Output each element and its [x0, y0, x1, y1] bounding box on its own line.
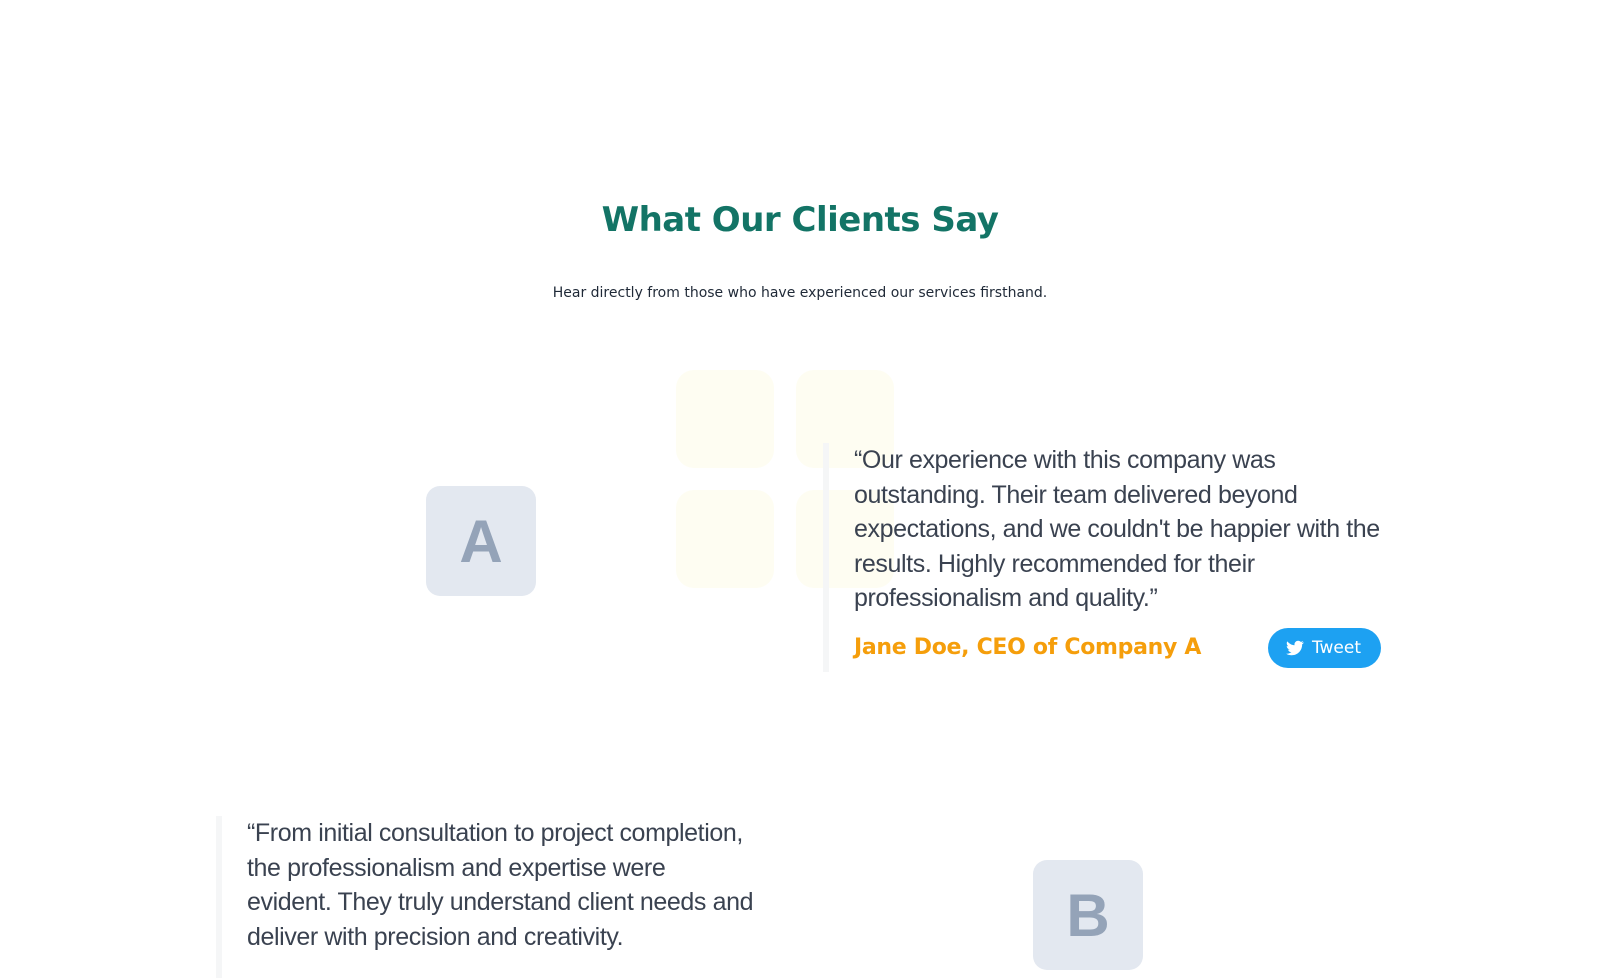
- testimonial-card: “From initial consultation to project co…: [216, 816, 756, 978]
- client-avatar: A: [426, 486, 536, 596]
- testimonial-quote: “Our experience with this company was ou…: [854, 446, 1380, 612]
- decorative-tile: [676, 490, 774, 588]
- tweet-button-label: Tweet: [1311, 637, 1361, 658]
- twitter-bird-icon: [1285, 640, 1304, 655]
- testimonial-quote: “From initial consultation to project co…: [247, 819, 754, 951]
- testimonial-footer: Jane Doe, CEO of Company A Tweet: [854, 627, 1381, 672]
- testimonial-author: Jane Doe, CEO of Company A: [854, 635, 1202, 660]
- testimonial-card: “Our experience with this company was ou…: [823, 443, 1381, 672]
- decorative-tile: [676, 370, 774, 468]
- section-subtitle: Hear directly from those who have experi…: [552, 285, 1048, 301]
- section-title: What Our Clients Say: [601, 200, 999, 240]
- client-avatar: B: [1033, 860, 1143, 970]
- tweet-button[interactable]: Tweet: [1267, 627, 1381, 668]
